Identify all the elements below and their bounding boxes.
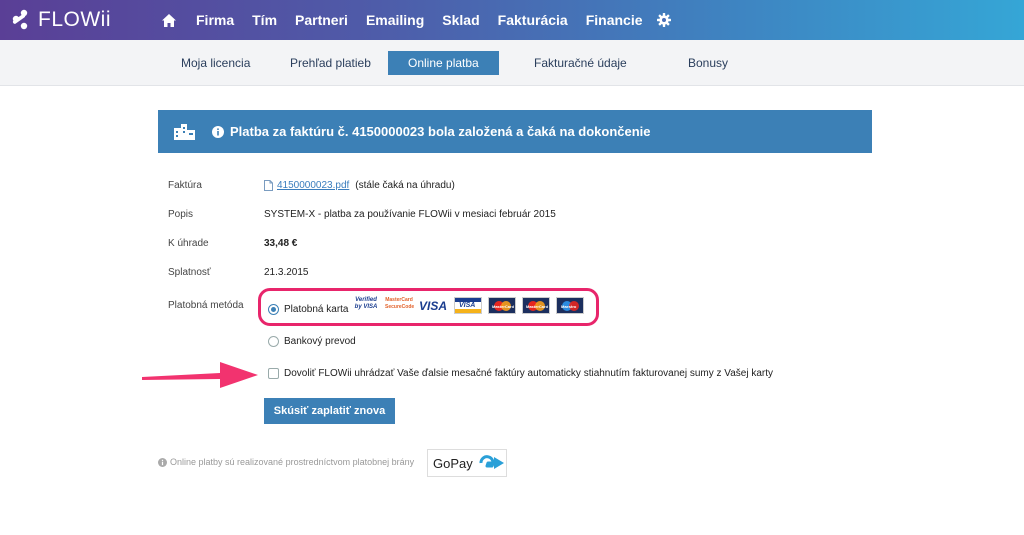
description-value: SYSTEM-X - platba za používanie FLOWii v… (264, 209, 556, 220)
nav-partneri[interactable]: Partneri (295, 12, 348, 28)
payment-method-label: Platobná metóda (168, 300, 244, 311)
gateway-note: Online platby sú realizované prostredníc… (158, 457, 414, 467)
card-payment-label[interactable]: Platobná karta (284, 304, 349, 315)
invoice-row: 4150000023.pdf (stále čaká na úhradu) (264, 180, 455, 191)
info-icon (212, 125, 224, 138)
tab-fakturacne-udaje[interactable]: Fakturačné údaje (534, 51, 627, 75)
tab-moja-licencia[interactable]: Moja licencia (181, 51, 250, 75)
retry-payment-button[interactable]: Skúsiť zaplatiť znova (264, 398, 395, 424)
top-navigation-bar: FLOWii Firma Tím Partneri Emailing Sklad… (0, 0, 1024, 40)
nav-fakturacia[interactable]: Fakturácia (498, 12, 568, 28)
invoice-pdf-link[interactable]: 4150000023.pdf (277, 180, 349, 191)
payment-building-icon (174, 123, 196, 140)
card-payment-radio[interactable] (268, 304, 279, 315)
amount-label: K úhrade (168, 238, 209, 249)
pdf-file-icon (264, 180, 273, 191)
nav-emailing[interactable]: Emailing (366, 12, 424, 28)
description-label: Popis (168, 209, 194, 220)
home-icon (162, 13, 176, 27)
gopay-g-icon (479, 455, 504, 469)
main-nav: Firma Tím Partneri Emailing Sklad Faktur… (162, 0, 689, 40)
bank-transfer-radio[interactable] (268, 336, 279, 347)
amount-value: 33,48 € (264, 238, 298, 249)
flowii-logo-icon (8, 8, 32, 32)
due-date-label: Splatnosť (168, 267, 211, 278)
gopay-logo: GoPay (427, 449, 507, 477)
maestro-logo: Maestro (556, 297, 584, 314)
banner-message: Platba za faktúru č. 4150000023 bola zal… (230, 124, 651, 139)
nav-tim[interactable]: Tím (252, 12, 277, 28)
invoice-status: (stále čaká na úhradu) (355, 180, 455, 191)
visa-logo: VISA (419, 299, 448, 313)
tab-prehlad-platieb[interactable]: Prehľad platieb (290, 51, 371, 75)
tab-online-platba[interactable]: Online platba (388, 51, 499, 75)
logo-text: FLOWii (38, 8, 111, 31)
nav-settings[interactable] (656, 13, 671, 27)
mastercard-securecode-logo: MasterCard SecureCode (385, 297, 415, 310)
gear-icon (656, 13, 671, 27)
gopay-text: GoPay (433, 455, 473, 471)
auto-pay-label[interactable]: Dovoliť FLOWii uhrádzať Vaše ďalsie mesa… (284, 368, 773, 379)
visa-card-logo: VISA (454, 297, 482, 314)
info-icon (158, 457, 167, 467)
sub-navigation-bar: Moja licencia Prehľad platieb Online pla… (0, 40, 1024, 86)
mastercard-logo: MasterCard (488, 297, 516, 314)
mastercard-logo-2: MasterCard (522, 297, 550, 314)
nav-home[interactable] (162, 13, 176, 27)
auto-pay-checkbox[interactable] (268, 368, 279, 379)
bank-transfer-label[interactable]: Bankový prevod (284, 336, 356, 347)
due-date-value: 21.3.2015 (264, 267, 309, 278)
nav-financie[interactable]: Financie (586, 12, 643, 28)
gateway-note-text: Online platby sú realizované prostredníc… (170, 457, 415, 467)
verified-by-visa-logo: Verified by VISA (354, 297, 378, 310)
nav-firma[interactable]: Firma (196, 12, 234, 28)
nav-sklad[interactable]: Sklad (442, 12, 479, 28)
tab-bonusy[interactable]: Bonusy (688, 51, 728, 75)
flowii-logo[interactable]: FLOWii (8, 6, 111, 34)
pointer-arrow-icon (142, 362, 258, 388)
invoice-label: Faktúra (168, 180, 202, 191)
payment-status-banner: Platba za faktúru č. 4150000023 bola zal… (158, 110, 872, 153)
